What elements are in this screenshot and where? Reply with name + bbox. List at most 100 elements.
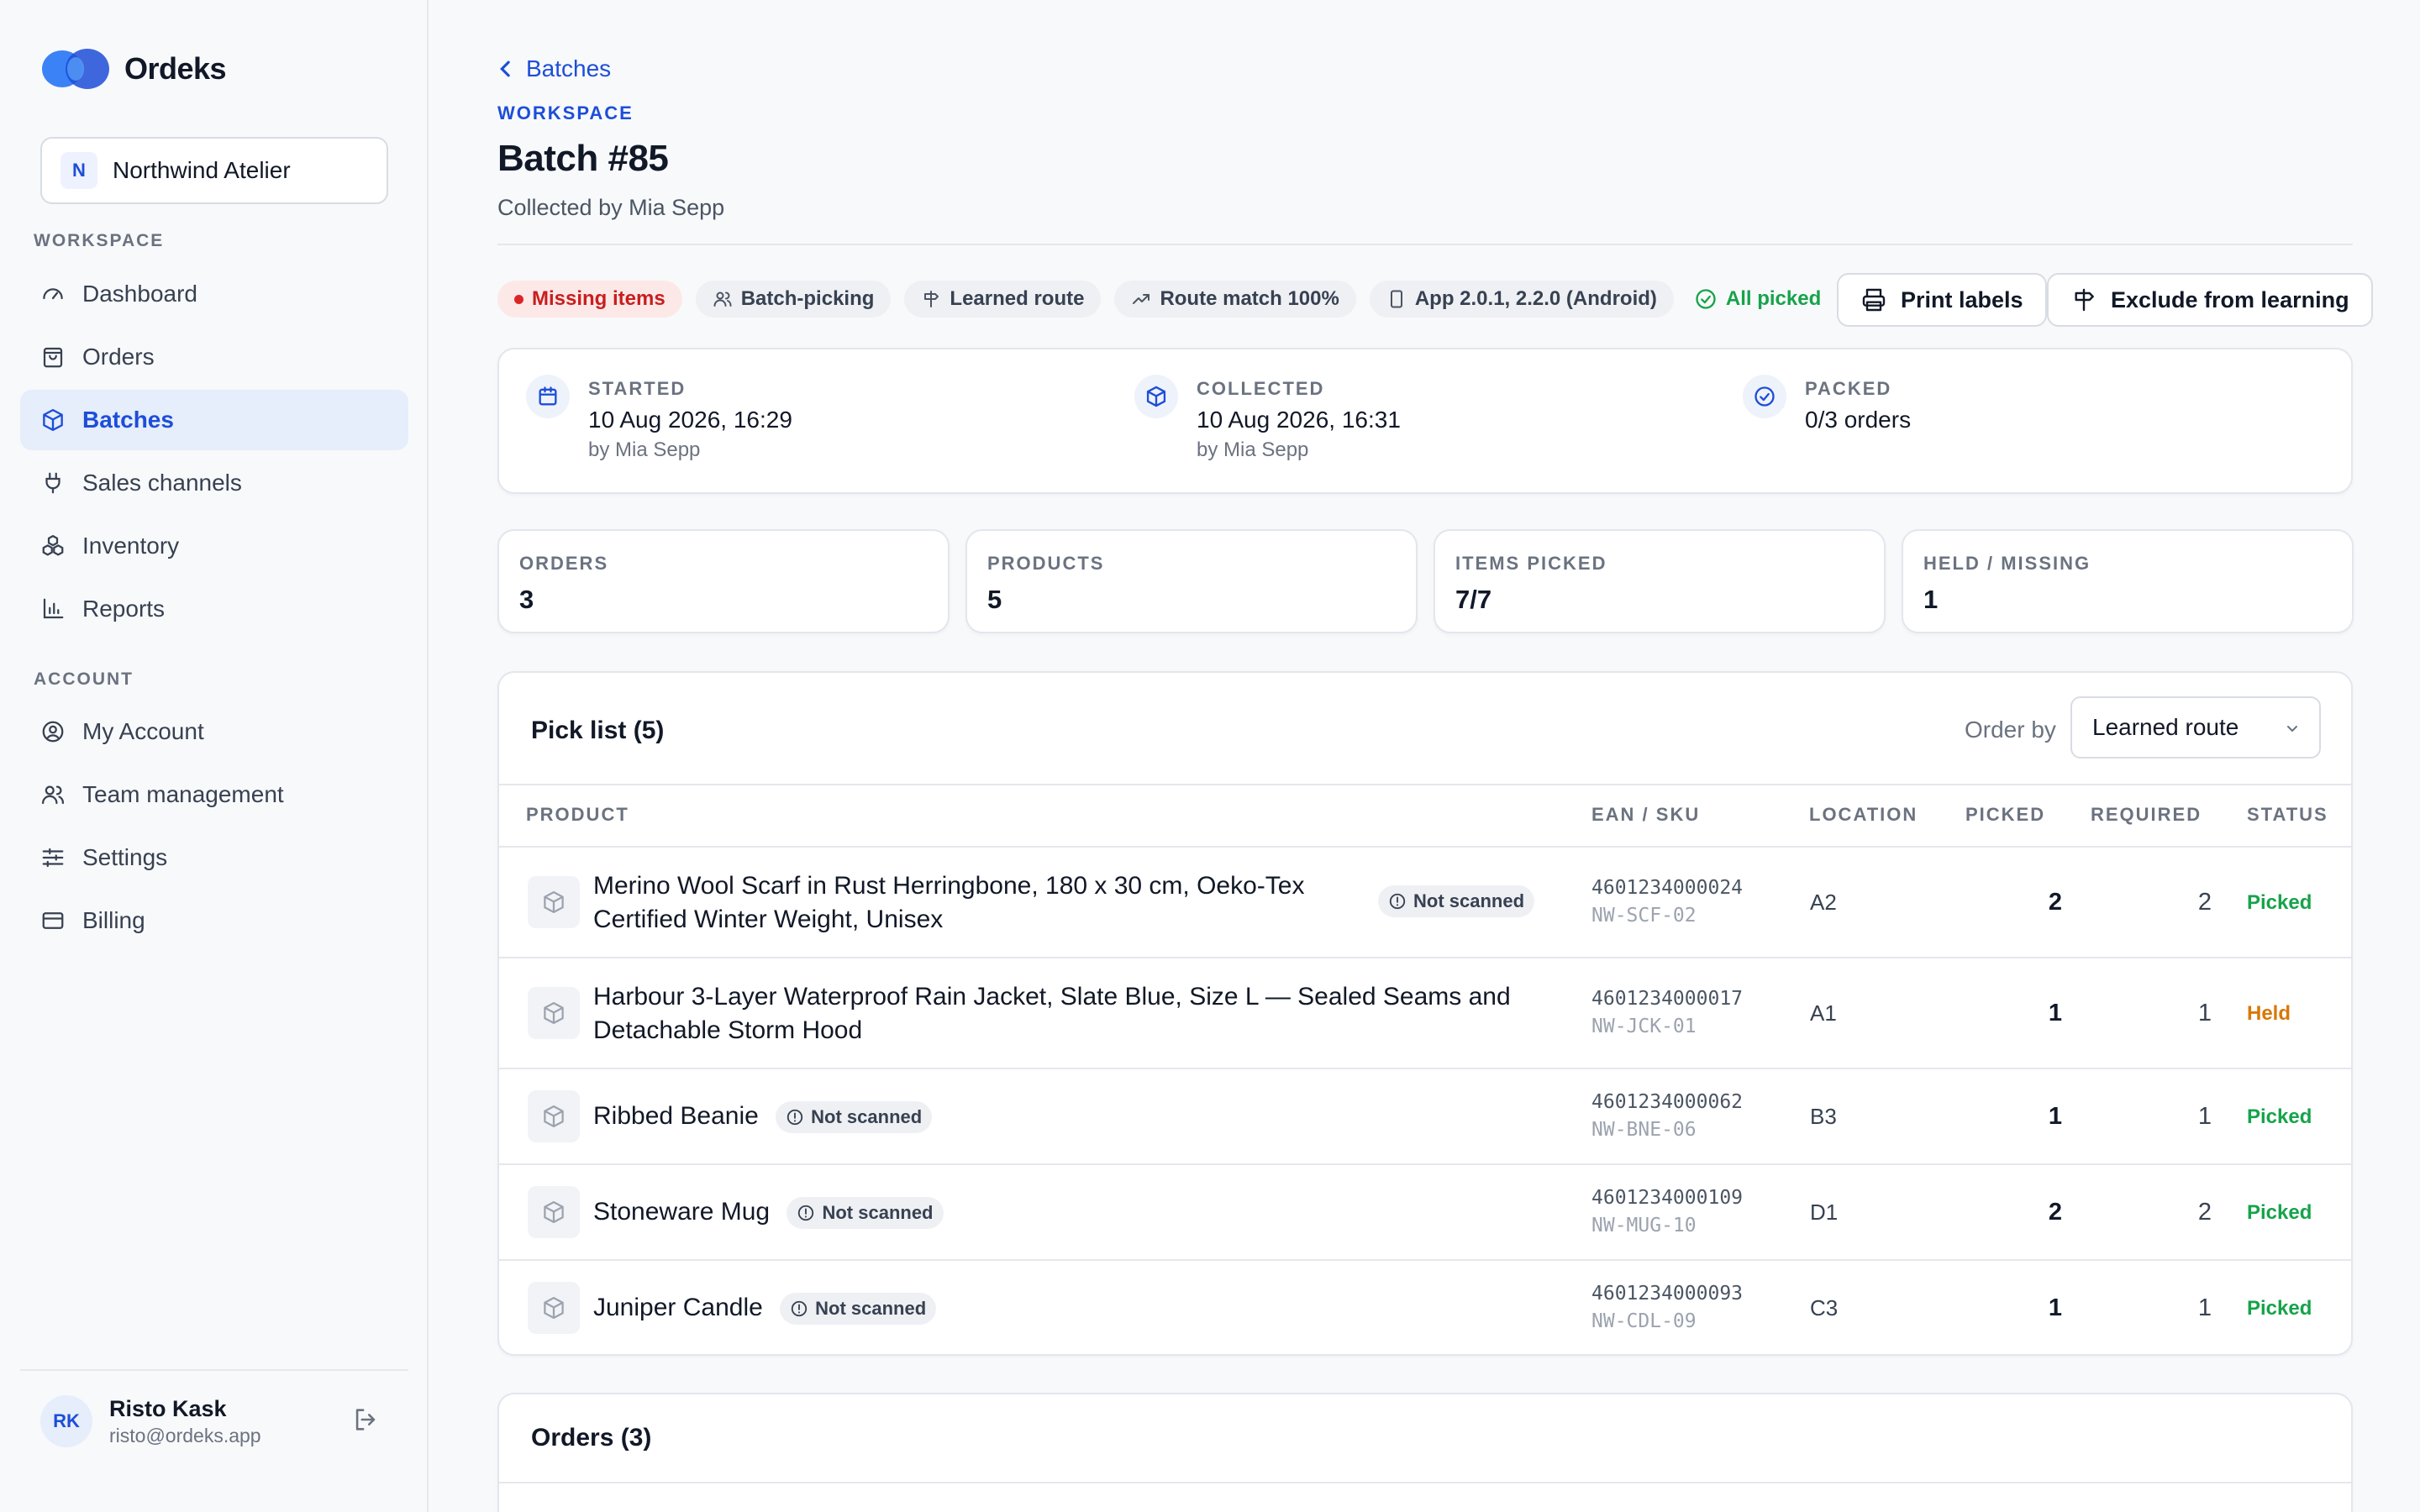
box-icon bbox=[544, 891, 564, 913]
order-by-select[interactable]: Learned route bbox=[2070, 696, 2321, 759]
avatar: RK bbox=[40, 1395, 92, 1447]
tag-label: Route match 100% bbox=[1160, 287, 1339, 310]
sidebar-item-sales-channels[interactable]: Sales channels bbox=[20, 453, 408, 513]
print-labels-button[interactable]: Print labels bbox=[1837, 273, 2047, 327]
exclude-from-learning-button[interactable]: Exclude from learning bbox=[2047, 273, 2373, 327]
user-email: risto@ordeks.app bbox=[109, 1424, 261, 1446]
table-row[interactable]: Ribbed Beanie Not scanned 4601234000062 … bbox=[499, 1068, 2351, 1163]
workspace-switcher[interactable]: N Northwind Atelier bbox=[40, 137, 388, 204]
sku: NW-BNE-06 bbox=[1591, 1119, 1697, 1141]
box-icon bbox=[544, 1002, 564, 1024]
timeline-by: by Mia Sepp bbox=[588, 438, 701, 461]
sidebar-item-inventory[interactable]: Inventory bbox=[20, 516, 408, 576]
batch-timeline-card: STARTED 10 Aug 2026, 16:29 by Mia Sepp C… bbox=[497, 348, 2353, 494]
badge-label: Not scanned bbox=[815, 1298, 927, 1320]
box-icon bbox=[544, 1105, 564, 1127]
box-icon bbox=[1134, 375, 1178, 418]
sidebar-item-reports[interactable]: Reports bbox=[20, 579, 408, 639]
app-logo[interactable]: Ordeks bbox=[39, 45, 227, 92]
stat-products: PRODUCTS 5 bbox=[965, 529, 1418, 633]
table-row[interactable]: Merino Wool Scarf in Rust Herringbone, 1… bbox=[499, 846, 2351, 957]
picked-count: 2 bbox=[2048, 1199, 2062, 1226]
stat-label: HELD / MISSING bbox=[1923, 553, 2091, 574]
back-link[interactable]: Batches bbox=[497, 55, 611, 82]
user-profile: RK Risto Kask risto@ordeks.app bbox=[40, 1392, 388, 1451]
ean: 4601234000017 bbox=[1591, 988, 1744, 1010]
stat-items-picked: ITEMS PICKED 7/7 bbox=[1434, 529, 1886, 633]
picked-count: 1 bbox=[2048, 1103, 2062, 1130]
tag-label: Learned route bbox=[950, 287, 1085, 310]
plug-icon bbox=[45, 472, 60, 494]
required-count: 1 bbox=[2197, 1103, 2212, 1130]
sidebar-item-my-account[interactable]: My Account bbox=[20, 701, 408, 762]
column-header-product[interactable]: PRODUCT bbox=[526, 804, 629, 826]
product-name-line: Merino Wool Scarf in Rust Herringbone, 1… bbox=[593, 872, 1305, 900]
product-name: Merino Wool Scarf in Rust Herringbone, 1… bbox=[593, 869, 1349, 937]
sidebar-item-team-management[interactable]: Team management bbox=[20, 764, 408, 825]
button-label: Print labels bbox=[1901, 286, 2023, 312]
badge-label: Not scanned bbox=[811, 1106, 923, 1128]
sidebar-item-dashboard[interactable]: Dashboard bbox=[20, 264, 408, 324]
timeline-collected: COLLECTED 10 Aug 2026, 16:31 by Mia Sepp bbox=[1134, 375, 1401, 462]
timeline-label: STARTED bbox=[588, 378, 687, 399]
table-row[interactable]: Harbour 3-Layer Waterproof Rain Jacket, … bbox=[499, 957, 2351, 1068]
info-circle-icon bbox=[787, 1109, 803, 1126]
column-header-picked[interactable]: PICKED bbox=[1965, 804, 2045, 826]
stat-orders: ORDERS 3 bbox=[497, 529, 950, 633]
credit-card-icon bbox=[42, 912, 64, 929]
timeline-packed: PACKED 0/3 orders bbox=[1743, 375, 1911, 433]
orders-divider bbox=[499, 1482, 2351, 1483]
tag-label: All picked bbox=[1725, 287, 1822, 310]
timeline-by: by Mia Sepp bbox=[1197, 438, 1309, 461]
product-thumbnail bbox=[528, 1186, 580, 1238]
product-thumbnail bbox=[528, 876, 580, 928]
required-count: 2 bbox=[2197, 1199, 2212, 1226]
chevron-down-icon bbox=[2287, 726, 2297, 732]
ean-sku: 4601234000109 NW-MUG-10 bbox=[1591, 1184, 1743, 1240]
logout-button[interactable] bbox=[351, 1405, 380, 1434]
ean-sku: 4601234000017 NW-JCK-01 bbox=[1591, 985, 1743, 1041]
sidebar-item-billing[interactable]: Billing bbox=[20, 890, 408, 951]
sidebar-item-orders[interactable]: Orders bbox=[20, 327, 408, 387]
table-row[interactable]: Stoneware Mug Not scanned 4601234000109 … bbox=[499, 1163, 2351, 1259]
workspace-name: Northwind Atelier bbox=[113, 157, 291, 183]
box-icon bbox=[544, 1201, 564, 1223]
not-scanned-badge: Not scanned bbox=[780, 1293, 937, 1326]
picked-count: 1 bbox=[2048, 1294, 2062, 1321]
status-badge: Picked bbox=[2247, 1201, 2312, 1224]
alert-dot-icon bbox=[514, 294, 523, 304]
required-count: 1 bbox=[2197, 1000, 2212, 1026]
page-eyebrow: WORKSPACE bbox=[497, 102, 634, 123]
table-row[interactable]: Juniper Candle Not scanned 4601234000093… bbox=[499, 1259, 2351, 1354]
column-header-location[interactable]: LOCATION bbox=[1809, 804, 1918, 826]
signpost-icon bbox=[2075, 288, 2094, 312]
all-picked-status: All picked bbox=[1687, 281, 1828, 318]
column-header-required[interactable]: REQUIRED bbox=[2091, 804, 2202, 826]
page-title: Batch #85 bbox=[497, 138, 669, 179]
product-name-line: Stoneware Mug bbox=[593, 1198, 771, 1226]
sku: NW-MUG-10 bbox=[1591, 1215, 1697, 1236]
sidebar-item-settings[interactable]: Settings bbox=[20, 827, 408, 888]
ean-sku: 4601234000093 NW-CDL-09 bbox=[1591, 1280, 1743, 1336]
tag-label: Missing items bbox=[532, 287, 666, 310]
ean-sku: 4601234000024 NW-SCF-02 bbox=[1591, 874, 1743, 930]
info-circle-icon bbox=[798, 1205, 814, 1221]
product-thumbnail bbox=[528, 1282, 580, 1334]
app-name: Ordeks bbox=[124, 51, 227, 86]
sidebar-item-label: My Account bbox=[82, 718, 204, 744]
route-match-tag: Route match 100% bbox=[1114, 281, 1356, 318]
column-header-ean-sku[interactable]: EAN / SKU bbox=[1591, 804, 1700, 826]
sidebar-item-label: Batches bbox=[82, 407, 174, 433]
product-name: Juniper Candle Not scanned bbox=[593, 1291, 937, 1326]
order-by-label: Order by bbox=[1965, 717, 2056, 743]
sku: NW-JCK-01 bbox=[1591, 1016, 1697, 1037]
status-badge: Picked bbox=[2247, 1297, 2312, 1320]
product-thumbnail bbox=[528, 987, 580, 1039]
column-header-status[interactable]: STATUS bbox=[2247, 804, 2328, 826]
stat-label: ITEMS PICKED bbox=[1455, 553, 1607, 574]
sidebar-item-batches[interactable]: Batches bbox=[20, 390, 408, 450]
timeline-value: 10 Aug 2026, 16:31 bbox=[1197, 407, 1401, 433]
button-label: Exclude from learning bbox=[2111, 286, 2349, 312]
not-scanned-badge: Not scanned bbox=[786, 1197, 944, 1230]
user-circle-icon bbox=[42, 721, 64, 743]
